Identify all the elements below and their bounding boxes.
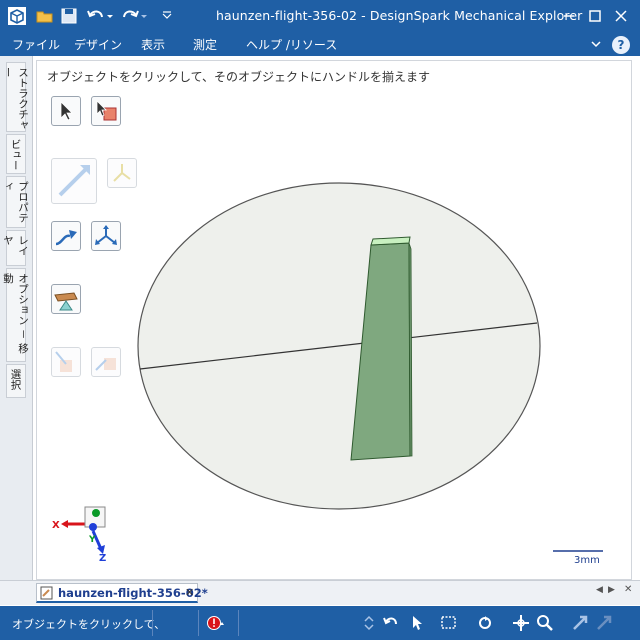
title-bar: haunzen-flight-356-02 - DesignSpark Mech… (0, 0, 640, 32)
pan-view-icon[interactable] (512, 614, 530, 632)
box-select-icon[interactable] (440, 614, 458, 632)
status-bar: オブジェクトをクリックして、 (0, 606, 640, 640)
scale-bar-label: 3mm (574, 555, 600, 566)
save-icon[interactable] (60, 7, 78, 25)
tab-scroll-left-icon[interactable]: ◀ (596, 585, 603, 595)
rotate-view-icon[interactable] (476, 614, 494, 632)
error-indicator-icon[interactable] (206, 614, 224, 632)
minimize-icon[interactable] (558, 6, 580, 26)
document-tab-bar: haunzen-flight-356-02* ✕ (0, 580, 640, 605)
tab-close-all-icon[interactable]: ✕ (624, 584, 632, 595)
design-viewport[interactable]: オブジェクトをクリックして、そのオブジェクトにハンドルを揃えます X Y Z 3… (36, 60, 632, 580)
menu-file[interactable]: ファイル (12, 36, 60, 53)
tab-layers[interactable]: レイヤ (2, 230, 29, 266)
close-icon[interactable] (610, 6, 632, 26)
undo-icon[interactable] (86, 7, 116, 25)
document-tab[interactable]: haunzen-flight-356-02* ✕ (36, 583, 208, 603)
status-divider (198, 610, 199, 636)
open-folder-icon[interactable] (36, 7, 54, 25)
next-view-icon (597, 615, 612, 630)
undo-select-icon[interactable] (382, 614, 400, 632)
spin-updown-icon[interactable] (362, 614, 376, 632)
status-divider (238, 610, 239, 636)
app-logo-icon (8, 7, 26, 25)
y-axis-label: Y (88, 535, 96, 545)
tab-selection[interactable]: 選択 (6, 364, 26, 398)
menu-measure[interactable]: 測定 (193, 36, 217, 53)
select-mode-icon[interactable] (408, 614, 426, 632)
menu-bar: ファイル デザイン 表示 測定 ヘルプ /リソース (0, 32, 640, 56)
tab-properties[interactable]: プロパティ (2, 176, 29, 228)
customize-toolbar-icon[interactable] (160, 7, 174, 25)
menu-help-resources[interactable]: ヘルプ /リソース (246, 36, 337, 53)
model-scene[interactable]: X Y Z (37, 61, 633, 581)
axis-triad: X Y Z (52, 506, 106, 564)
tab-options-move[interactable]: オプション － 移動 (2, 268, 29, 362)
previous-view-icon[interactable] (572, 614, 590, 632)
tab-structure[interactable]: ストラクチャー (2, 62, 29, 132)
tab-views[interactable]: ビュー (6, 134, 26, 174)
menu-view[interactable]: 表示 (141, 36, 165, 53)
status-divider (152, 610, 153, 636)
side-panel-tabs: ストラクチャー ビュー プロパティ レイヤ オプション － 移動 選択 (0, 56, 33, 584)
tab-scroll-right-icon[interactable]: ▶ (608, 585, 615, 595)
menu-design[interactable]: デザイン (74, 36, 122, 53)
document-icon (40, 586, 53, 600)
maximize-icon[interactable] (584, 6, 606, 26)
redo-icon[interactable] (120, 7, 150, 25)
status-message: オブジェクトをクリックして、 (12, 618, 166, 631)
window-title: haunzen-flight-356-02 - DesignSpark Mech… (216, 8, 583, 23)
zoom-view-icon[interactable] (536, 614, 554, 632)
document-tab-close-icon[interactable]: ✕ (185, 586, 194, 599)
x-axis-label: X (52, 520, 60, 531)
help-button[interactable]: ? (612, 36, 630, 54)
collapse-ribbon-icon[interactable] (590, 38, 602, 50)
z-axis-label: Z (99, 553, 106, 564)
